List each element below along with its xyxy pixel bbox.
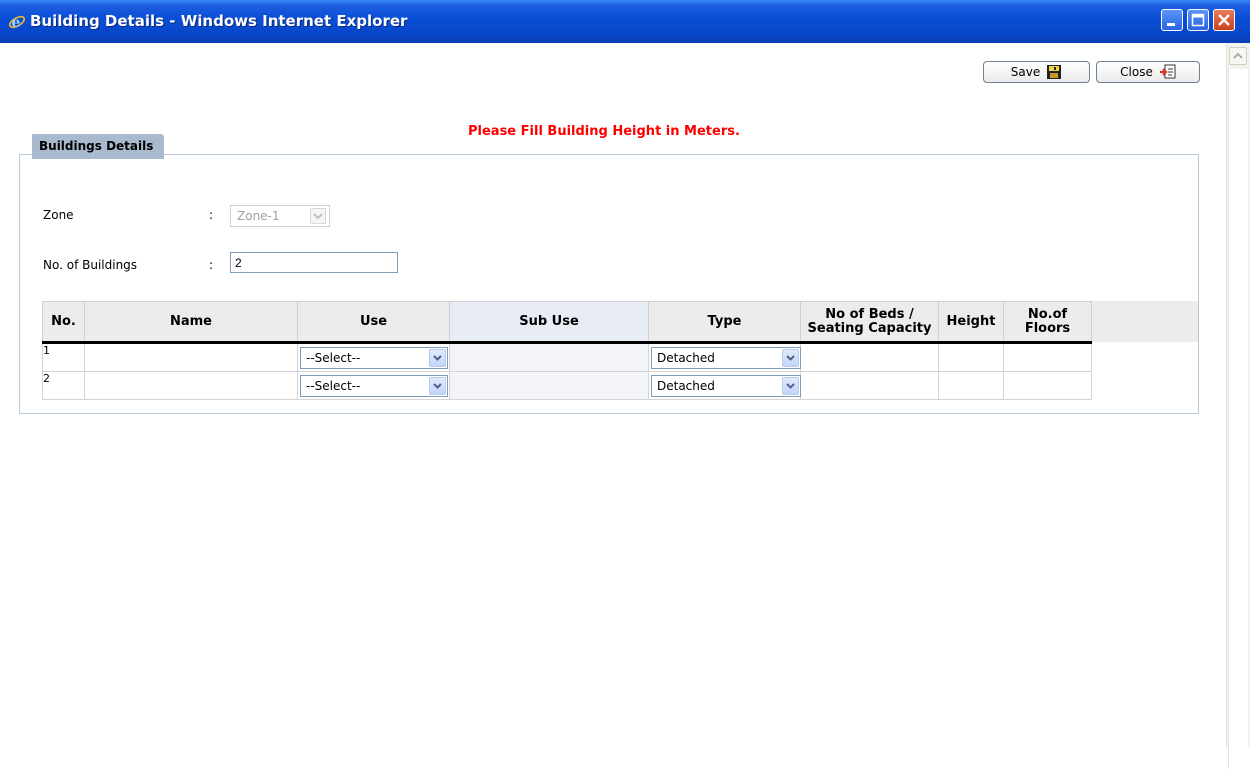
save-button-label: Save <box>1010 65 1041 79</box>
chevron-down-icon <box>310 208 326 224</box>
type-select-value: Detached <box>657 379 715 393</box>
svg-text:e: e <box>12 15 21 31</box>
chevron-down-icon <box>782 349 799 367</box>
vertical-scrollbar[interactable] <box>1226 43 1250 769</box>
use-cell: --Select-- <box>297 371 450 400</box>
col-header-sub-use: Sub Use <box>449 301 649 344</box>
col-header-height: Height <box>938 301 1004 344</box>
zone-colon: : <box>209 208 214 222</box>
height-cell[interactable] <box>938 342 1004 372</box>
save-button[interactable]: Save <box>983 61 1090 83</box>
buildings-details-tab: Buildings Details <box>32 134 164 159</box>
beds-cell[interactable] <box>800 371 939 400</box>
buildings-count-colon: : <box>209 258 214 272</box>
scroll-thumb[interactable] <box>1228 69 1248 769</box>
chevron-up-icon <box>1233 52 1243 59</box>
use-select-value: --Select-- <box>306 379 361 393</box>
col-header-beds-line2: Seating Capacity <box>807 320 932 336</box>
zone-select-value: Zone-1 <box>237 209 280 223</box>
use-cell: --Select-- <box>297 342 450 372</box>
use-select[interactable]: --Select-- <box>300 347 448 369</box>
name-cell[interactable] <box>84 342 298 372</box>
minimize-button[interactable] <box>1161 9 1183 31</box>
ie-icon: e <box>8 15 26 31</box>
col-header-beds-line1: No of Beds / <box>825 306 914 322</box>
col-header-type: Type <box>648 301 801 344</box>
zone-select[interactable]: Zone-1 <box>230 205 330 227</box>
buildings-grid: No. Name Use Sub Use Type No of Beds / Se… <box>42 301 1092 400</box>
close-x-icon <box>1218 14 1230 26</box>
beds-cell[interactable] <box>800 342 939 372</box>
minimize-icon <box>1167 23 1175 26</box>
buildings-count-label: No. of Buildings <box>43 258 138 272</box>
col-header-name: Name <box>84 301 298 344</box>
close-button-label: Close <box>1120 65 1153 79</box>
type-select[interactable]: Detached <box>651 375 801 397</box>
type-select[interactable]: Detached <box>651 347 801 369</box>
chevron-down-icon <box>782 377 799 395</box>
window-title: Building Details - Windows Internet Expl… <box>30 12 408 30</box>
use-select[interactable]: --Select-- <box>300 375 448 397</box>
maximize-icon <box>1191 13 1205 27</box>
name-cell[interactable] <box>84 371 298 400</box>
col-header-floors-line1: No.of <box>1027 306 1068 322</box>
window-titlebar: e Building Details - Windows Internet Ex… <box>0 0 1250 43</box>
col-header-beds: No of Beds / Seating Capacity <box>800 301 939 344</box>
save-disk-icon <box>1047 65 1062 79</box>
buildings-count-input[interactable] <box>230 252 398 273</box>
use-select-value: --Select-- <box>306 351 361 365</box>
floors-cell[interactable] <box>1003 342 1092 372</box>
grid-header-row: No. Name Use Sub Use Type No of Beds / Se… <box>42 301 1092 344</box>
table-row: 2 --Select-- Detached <box>42 371 1092 400</box>
chevron-down-icon <box>429 349 446 367</box>
col-header-use: Use <box>297 301 450 344</box>
maximize-button[interactable] <box>1187 9 1209 31</box>
row-number: 1 <box>42 342 85 372</box>
close-button[interactable]: Close <box>1096 61 1200 83</box>
type-select-value: Detached <box>657 351 715 365</box>
window-close-button[interactable] <box>1213 9 1235 31</box>
col-header-no: No. <box>42 301 85 344</box>
buildings-details-tab-label: Buildings Details <box>39 139 154 153</box>
table-row: 1 --Select-- Detached <box>42 342 1092 372</box>
height-warning-message: Please Fill Building Height in Meters. <box>468 124 740 139</box>
zone-label: Zone <box>43 208 74 222</box>
scroll-up-button[interactable] <box>1229 47 1247 65</box>
height-cell[interactable] <box>938 371 1004 400</box>
row-number: 2 <box>42 371 85 400</box>
col-header-floors-line2: Floors <box>1024 320 1071 336</box>
close-document-icon <box>1159 64 1176 79</box>
type-cell: Detached <box>648 342 801 372</box>
type-cell: Detached <box>648 371 801 400</box>
sub-use-cell <box>449 371 649 400</box>
sub-use-cell <box>449 342 649 372</box>
chevron-down-icon <box>429 377 446 395</box>
floors-cell[interactable] <box>1003 371 1092 400</box>
col-header-floors: No.of Floors <box>1003 301 1092 344</box>
